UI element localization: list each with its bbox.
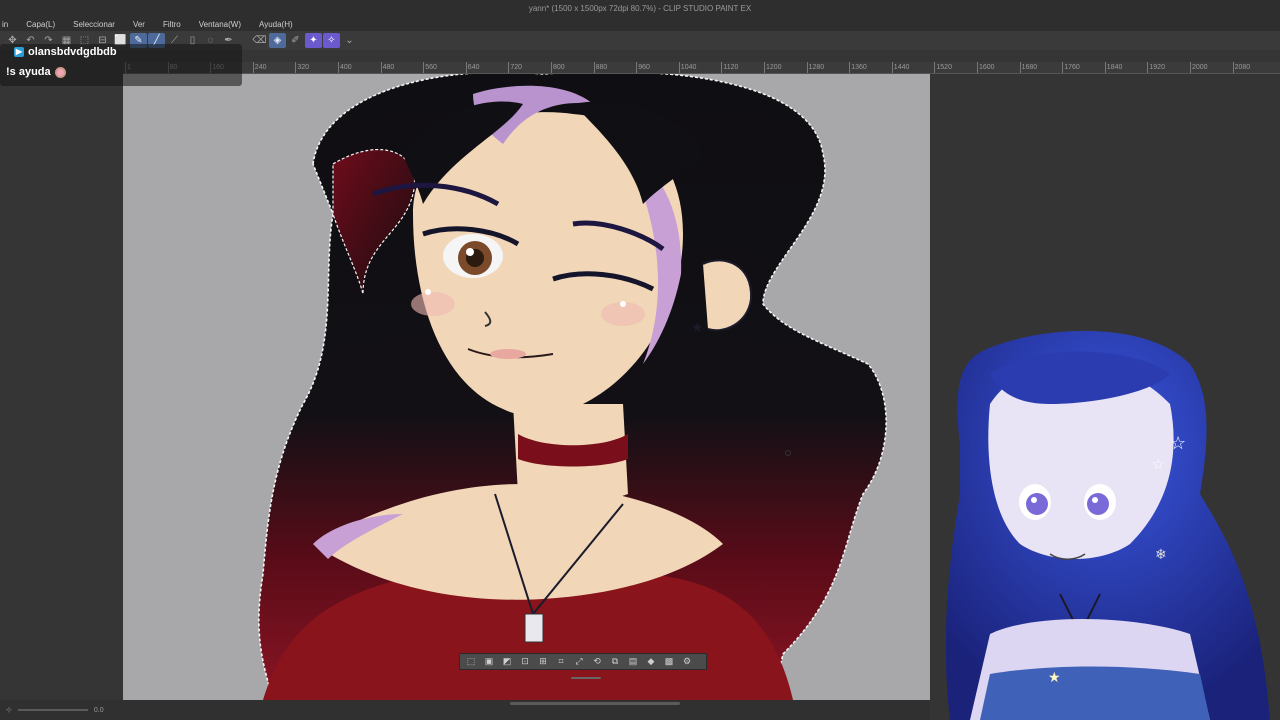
svg-text:★: ★ (1048, 670, 1061, 686)
scale-icon[interactable]: ⤢ (571, 655, 587, 668)
horizontal-ruler: 1801602403204004805606407208008809601040… (123, 62, 1280, 74)
chat-username: ▶ olansbdvdgdbdb (14, 46, 117, 58)
menu-item-window[interactable]: Ventana(W) (190, 20, 250, 29)
ruler-tick: 1040 (678, 62, 697, 73)
navigator-icon[interactable]: ⊹ (6, 706, 12, 714)
menu-item-select[interactable]: Seleccionar (64, 20, 124, 29)
ruler-tick: 1200 (764, 62, 782, 73)
vtuber-avatar: ☆ ☆ ❄ ★ (945, 330, 1270, 720)
ruler-tick: 1280 (806, 62, 825, 73)
pattern-icon[interactable]: ▩ (661, 655, 677, 668)
ruler-tick: 720 (508, 62, 523, 73)
menu-item-view[interactable]: Ver (124, 20, 154, 29)
ruler-tick: 240 (252, 62, 267, 73)
ruler-tick: 800 (551, 62, 565, 73)
ruler-tick: 960 (636, 62, 650, 73)
eraser-icon[interactable]: ⌫ (251, 33, 268, 48)
ruler-tick: 2000 (1190, 62, 1208, 73)
menu-item-filter[interactable]: Filtro (154, 20, 190, 29)
brush-icon[interactable]: ✐ (287, 33, 304, 48)
fill-icon[interactable]: ◈ (269, 33, 286, 48)
magic-pen-icon[interactable]: ✧ (323, 33, 340, 48)
ruler-tick: 560 (423, 62, 437, 73)
horizontal-scrollbar[interactable] (510, 702, 680, 705)
menu-bar: in Capa(L) Seleccionar Ver Filtro Ventan… (0, 17, 1280, 31)
ruler-tick: 1600 (977, 62, 995, 73)
fill-icon[interactable]: ◆ (643, 655, 659, 668)
svg-text:★: ★ (691, 320, 704, 336)
svg-text:❄: ❄ (1155, 547, 1167, 563)
shrink-icon[interactable]: ⊡ (517, 655, 533, 668)
ruler-tick: 320 (295, 62, 310, 73)
paste-icon[interactable]: ▤ (625, 655, 641, 668)
expand-icon[interactable]: ◩ (499, 655, 515, 668)
ruler-tick: 2080 (1232, 62, 1251, 73)
selection-launcher-handle[interactable] (571, 677, 601, 679)
ruler-tick: 1680 (1019, 62, 1038, 73)
zoom-value[interactable]: 0.0 (94, 707, 104, 714)
settings-icon[interactable]: ⚙ (679, 655, 695, 668)
drawing-canvas[interactable]: ★ (123, 74, 930, 700)
rotate-icon[interactable]: ⟲ (589, 655, 605, 668)
svg-text:☆: ☆ (1152, 457, 1165, 473)
window-title: yann* (1500 x 1500px 72dpi 80.7%) - CLIP… (0, 0, 1280, 17)
ruler-tick: 1120 (721, 62, 739, 73)
emote-icon (54, 66, 66, 78)
moderator-badge-icon: ▶ (14, 47, 24, 57)
status-bar: ⊹ 0.0 (0, 700, 930, 720)
chevron-down-icon[interactable]: ⌄ (341, 33, 358, 48)
deselect-icon[interactable]: ⬚ (463, 655, 479, 668)
ruler-tick: 1920 (1147, 62, 1165, 73)
chat-username-text: olansbdvdgdbdb (28, 46, 117, 58)
ruler-tick: 880 (593, 62, 608, 73)
invert-selection-icon[interactable]: ▣ (481, 655, 497, 668)
ruler-tick: 1840 (1104, 62, 1123, 73)
zoom-slider[interactable] (17, 709, 88, 711)
chat-message-text: !s ayuda (6, 66, 51, 78)
ruler-tick: 400 (338, 62, 352, 73)
menu-item-layer[interactable]: Capa(L) (17, 20, 64, 29)
menu-item-in[interactable]: in (0, 20, 17, 29)
clip-studio-window: yann* (1500 x 1500px 72dpi 80.7%) - CLIP… (0, 0, 1280, 720)
menu-item-help[interactable]: Ayuda(H) (250, 20, 302, 29)
vtuber-panel: ☆ ☆ ❄ ★ (930, 74, 1280, 720)
tool-panel (0, 86, 123, 700)
chat-message: !s ayuda (6, 66, 66, 78)
ruler-tick: 1360 (849, 62, 867, 73)
copy-icon[interactable]: ⧉ (607, 655, 623, 668)
crop-icon[interactable]: ⌗ (553, 655, 569, 668)
selection-launcher: ⬚ ▣ ◩ ⊡ ⊞ ⌗ ⤢ ⟲ ⧉ ▤ ◆ ▩ ⚙ (459, 653, 707, 670)
ruler-tick: 1520 (934, 62, 952, 73)
sparkle-icon[interactable]: ✦ (305, 33, 322, 48)
ruler-tick: 480 (380, 62, 395, 73)
artwork: ★ (258, 74, 887, 700)
transform-icon[interactable]: ⊞ (535, 655, 551, 668)
ruler-tick: 1440 (891, 62, 910, 73)
svg-text:☆: ☆ (1170, 433, 1186, 454)
ruler-tick: 1760 (1062, 62, 1080, 73)
ruler-tick: 640 (465, 62, 480, 73)
